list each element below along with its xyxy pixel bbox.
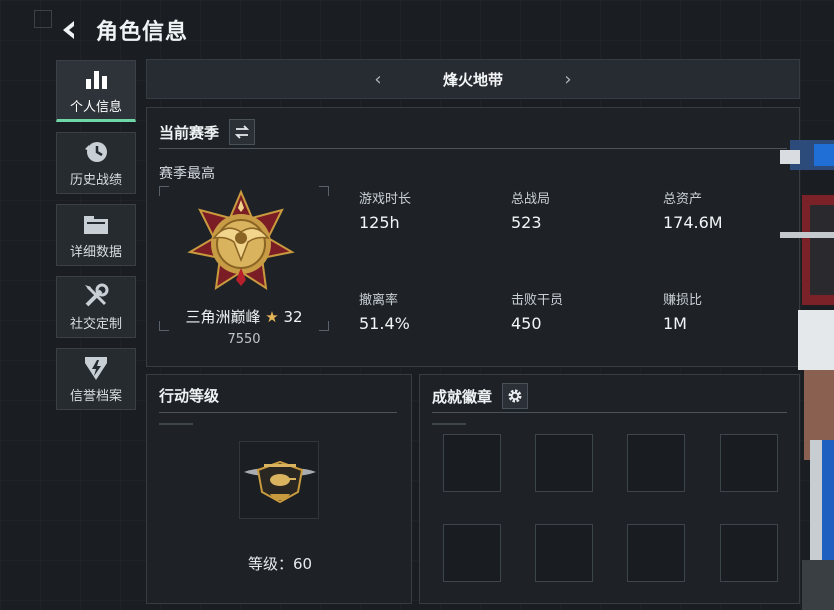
mode-selector: ‹ 烽火地带 › bbox=[146, 59, 800, 99]
achievement-settings-button[interactable] bbox=[502, 383, 529, 409]
star-icon: ★ bbox=[265, 308, 279, 326]
stat-play-time: 游戏时长 125h bbox=[359, 188, 411, 232]
page-title: 角色信息 bbox=[96, 20, 189, 45]
nav-item-history[interactable]: 历史战绩 bbox=[56, 132, 136, 194]
rank-emblem-icon bbox=[187, 189, 295, 291]
rank-name-row: 三角洲巅峰 ★ 32 bbox=[159, 306, 329, 327]
nav-item-detail-data[interactable]: 详细数据 bbox=[56, 204, 136, 266]
bar-chart-icon bbox=[86, 70, 107, 89]
season-title: 当前赛季 bbox=[159, 123, 220, 142]
achievement-slot[interactable] bbox=[443, 524, 501, 582]
stat-label: 撤离率 bbox=[359, 293, 399, 308]
back-button[interactable] bbox=[56, 16, 84, 44]
helicopter-badge-icon bbox=[244, 460, 316, 504]
stat-value: 523 bbox=[511, 213, 542, 232]
nav-item-label: 详细数据 bbox=[69, 244, 122, 260]
stat-kills: 击败干员 450 bbox=[511, 289, 563, 333]
achievement-slot[interactable] bbox=[720, 434, 778, 492]
stat-label: 游戏时长 bbox=[359, 192, 412, 207]
stat-value: 1M bbox=[663, 314, 687, 333]
divider bbox=[159, 148, 787, 149]
achievement-slot[interactable] bbox=[443, 434, 501, 492]
rank-score: 7550 bbox=[227, 332, 261, 347]
shield-bolt-icon bbox=[85, 356, 107, 380]
back-arrow-icon bbox=[63, 21, 74, 39]
action-level-title: 行动等级 bbox=[159, 387, 220, 405]
stat-extract-rate: 撤离率 51.4% bbox=[359, 289, 410, 333]
level-badge bbox=[239, 441, 319, 519]
stat-label: 总战局 bbox=[511, 192, 551, 207]
divider bbox=[432, 412, 787, 413]
achievements-title: 成就徽章 bbox=[432, 387, 493, 406]
season-panel: 当前赛季 赛季最高 三角洲巅峰 ★ 32 7550 游戏时长 125h 总战局 … bbox=[146, 107, 800, 367]
decoration bbox=[159, 423, 193, 425]
season-best-label: 赛季最高 bbox=[159, 166, 215, 182]
stat-label: 赚损比 bbox=[663, 293, 703, 308]
rank-stars: 32 bbox=[283, 308, 303, 326]
next-mode-button[interactable]: › bbox=[553, 69, 583, 90]
divider bbox=[159, 412, 397, 413]
rank-card: 三角洲巅峰 ★ 32 bbox=[159, 186, 329, 331]
achievement-slot[interactable] bbox=[720, 524, 778, 582]
rank-name: 三角洲巅峰 bbox=[185, 308, 261, 326]
tools-icon bbox=[85, 283, 109, 306]
nav-item-label: 个人信息 bbox=[69, 99, 122, 115]
nav-item-reputation[interactable]: 信誉档案 bbox=[56, 348, 136, 410]
page-header: 角色信息 bbox=[56, 12, 188, 48]
achievement-slot[interactable] bbox=[535, 434, 593, 492]
stat-label: 总资产 bbox=[663, 192, 703, 207]
stat-total-assets: 总资产 174.6M bbox=[663, 188, 723, 232]
prev-mode-button[interactable]: ‹ bbox=[363, 69, 393, 90]
stat-value: 450 bbox=[511, 314, 542, 333]
stat-label: 击败干员 bbox=[511, 293, 564, 308]
nav-item-personal-info[interactable]: 个人信息 bbox=[56, 60, 136, 122]
character-model bbox=[780, 140, 834, 610]
achievement-slot[interactable] bbox=[627, 524, 685, 582]
history-clock-icon bbox=[85, 141, 107, 162]
mode-title: 烽火地带 bbox=[442, 70, 503, 89]
folder-icon bbox=[84, 215, 108, 234]
corner-decoration bbox=[34, 10, 52, 28]
achievements-panel: 成就徽章 bbox=[419, 374, 800, 604]
level-value: 等级：60 bbox=[247, 555, 313, 573]
stat-value: 174.6M bbox=[663, 213, 723, 232]
nav-item-label: 信誉档案 bbox=[69, 388, 122, 404]
gear-icon bbox=[508, 389, 522, 403]
achievement-slot[interactable] bbox=[627, 434, 685, 492]
season-switch-button[interactable] bbox=[229, 119, 256, 145]
nav-item-label: 历史战绩 bbox=[69, 172, 122, 188]
side-nav: 个人信息 历史战绩 详细数据 社交定制 信誉档案 bbox=[56, 60, 136, 420]
nav-item-social-custom[interactable]: 社交定制 bbox=[56, 276, 136, 338]
nav-item-label: 社交定制 bbox=[69, 316, 122, 332]
stat-value: 125h bbox=[359, 213, 400, 232]
stat-value: 51.4% bbox=[359, 314, 410, 333]
stat-total-matches: 总战局 523 bbox=[511, 188, 550, 232]
stat-profit-loss: 赚损比 1M bbox=[663, 289, 702, 333]
action-level-panel: 行动等级 等级：60 bbox=[146, 374, 412, 604]
achievement-slot[interactable] bbox=[535, 524, 593, 582]
decoration bbox=[432, 423, 466, 425]
swap-arrows-icon bbox=[234, 125, 250, 139]
